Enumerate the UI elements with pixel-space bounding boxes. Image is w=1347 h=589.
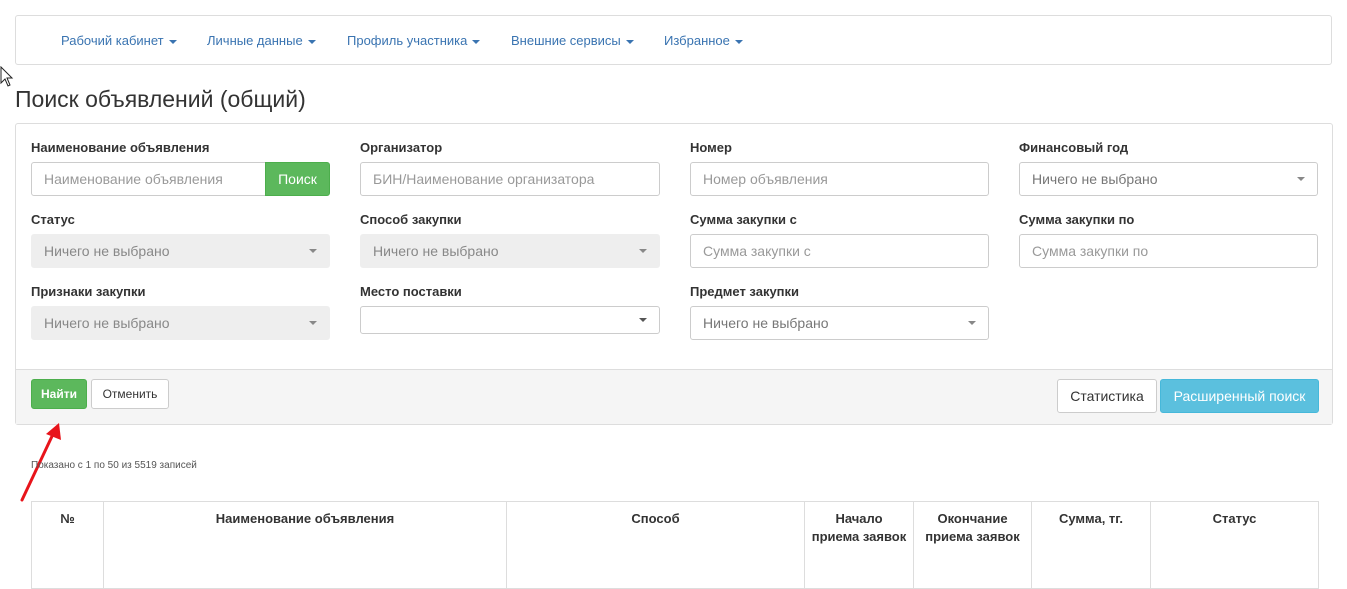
column-header-end-date[interactable]: Окончание приема заявок [913, 501, 1032, 589]
top-navbar: Рабочий кабинет Личные данные Профиль уч… [15, 15, 1332, 65]
caret-down-icon [1297, 177, 1305, 181]
organizer-input[interactable]: БИН/Наименование организатора [360, 162, 660, 196]
nav-menu-external-services[interactable]: Внешние сервисы [511, 33, 634, 48]
label-status: Статус [31, 212, 75, 227]
column-header-sum[interactable]: Сумма, тг. [1031, 501, 1151, 589]
status-select[interactable]: Ничего не выбрано [31, 234, 330, 268]
select-value: Ничего не выбрано [703, 315, 829, 331]
caret-down-icon [734, 39, 743, 44]
announcement-name-input[interactable]: Наименование объявления [31, 162, 266, 196]
nav-menu-workspace[interactable]: Рабочий кабинет [61, 33, 177, 48]
nav-menu-favorites[interactable]: Избранное [664, 33, 743, 48]
sum-from-input[interactable]: Сумма закупки с [690, 234, 989, 268]
procurement-method-select[interactable]: Ничего не выбрано [360, 234, 660, 268]
label-sum-to: Сумма закупки по [1019, 212, 1135, 227]
caret-down-icon [625, 39, 634, 44]
nav-menu-label: Личные данные [207, 33, 303, 48]
results-table: № Наименование объявления Способ Начало … [31, 501, 1319, 589]
financial-year-select[interactable]: Ничего не выбрано [1019, 162, 1318, 196]
procurement-signs-select[interactable]: Ничего не выбрано [31, 306, 330, 340]
nav-menu-label: Избранное [664, 33, 730, 48]
caret-down-icon [168, 39, 177, 44]
select-value: Ничего не выбрано [44, 315, 170, 331]
caret-down-icon [309, 321, 317, 325]
table-header-row: № Наименование объявления Способ Начало … [31, 501, 1319, 589]
find-button[interactable]: Найти [31, 379, 87, 409]
caret-down-icon [309, 249, 317, 253]
search-panel-footer: Найти Отменить Статистика Расширенный по… [16, 369, 1332, 424]
label-procurement-method: Способ закупки [360, 212, 462, 227]
label-announcement-name: Наименование объявления [31, 140, 210, 155]
caret-down-icon [968, 321, 976, 325]
label-sum-from: Сумма закупки с [690, 212, 797, 227]
caret-down-icon [472, 39, 481, 44]
name-search-button[interactable]: Поиск [265, 162, 330, 196]
column-header-status[interactable]: Статус [1150, 501, 1319, 589]
nav-menu-label: Внешние сервисы [511, 33, 621, 48]
search-panel: Наименование объявления Наименование объ… [15, 123, 1333, 425]
procurement-subject-select[interactable]: Ничего не выбрано [690, 306, 989, 340]
statistics-button[interactable]: Статистика [1057, 379, 1157, 413]
cancel-button[interactable]: Отменить [91, 379, 169, 409]
column-header-method[interactable]: Способ [506, 501, 805, 589]
label-procurement-signs: Признаки закупки [31, 284, 146, 299]
caret-down-icon [307, 39, 316, 44]
select-value: Ничего не выбрано [373, 243, 499, 259]
page-title: Поиск объявлений (общий) [15, 86, 306, 112]
delivery-place-select[interactable] [360, 306, 660, 334]
records-info: Показано с 1 по 50 из 5519 записей [31, 460, 197, 471]
label-financial-year: Финансовый год [1019, 140, 1129, 155]
nav-menu-participant-profile[interactable]: Профиль участника [347, 33, 481, 48]
label-delivery-place: Место поставки [360, 284, 462, 299]
sum-to-input[interactable]: Сумма закупки по [1019, 234, 1318, 268]
number-input[interactable]: Номер объявления [690, 162, 989, 196]
caret-down-icon [639, 318, 647, 322]
advanced-search-button[interactable]: Расширенный поиск [1160, 379, 1319, 413]
nav-menu-personal-data[interactable]: Личные данные [207, 33, 316, 48]
label-procurement-subject: Предмет закупки [690, 284, 800, 299]
column-header-number[interactable]: № [31, 501, 104, 589]
nav-menu-label: Профиль участника [347, 33, 468, 48]
column-header-start-date[interactable]: Начало приема заявок [804, 501, 914, 589]
nav-menu-label: Рабочий кабинет [61, 33, 164, 48]
column-header-name[interactable]: Наименование объявления [103, 501, 507, 589]
label-number: Номер [690, 140, 732, 155]
select-value: Ничего не выбрано [44, 243, 170, 259]
select-value: Ничего не выбрано [1032, 171, 1158, 187]
caret-down-icon [639, 249, 647, 253]
mouse-cursor-icon [0, 66, 14, 87]
label-organizer: Организатор [360, 140, 443, 155]
